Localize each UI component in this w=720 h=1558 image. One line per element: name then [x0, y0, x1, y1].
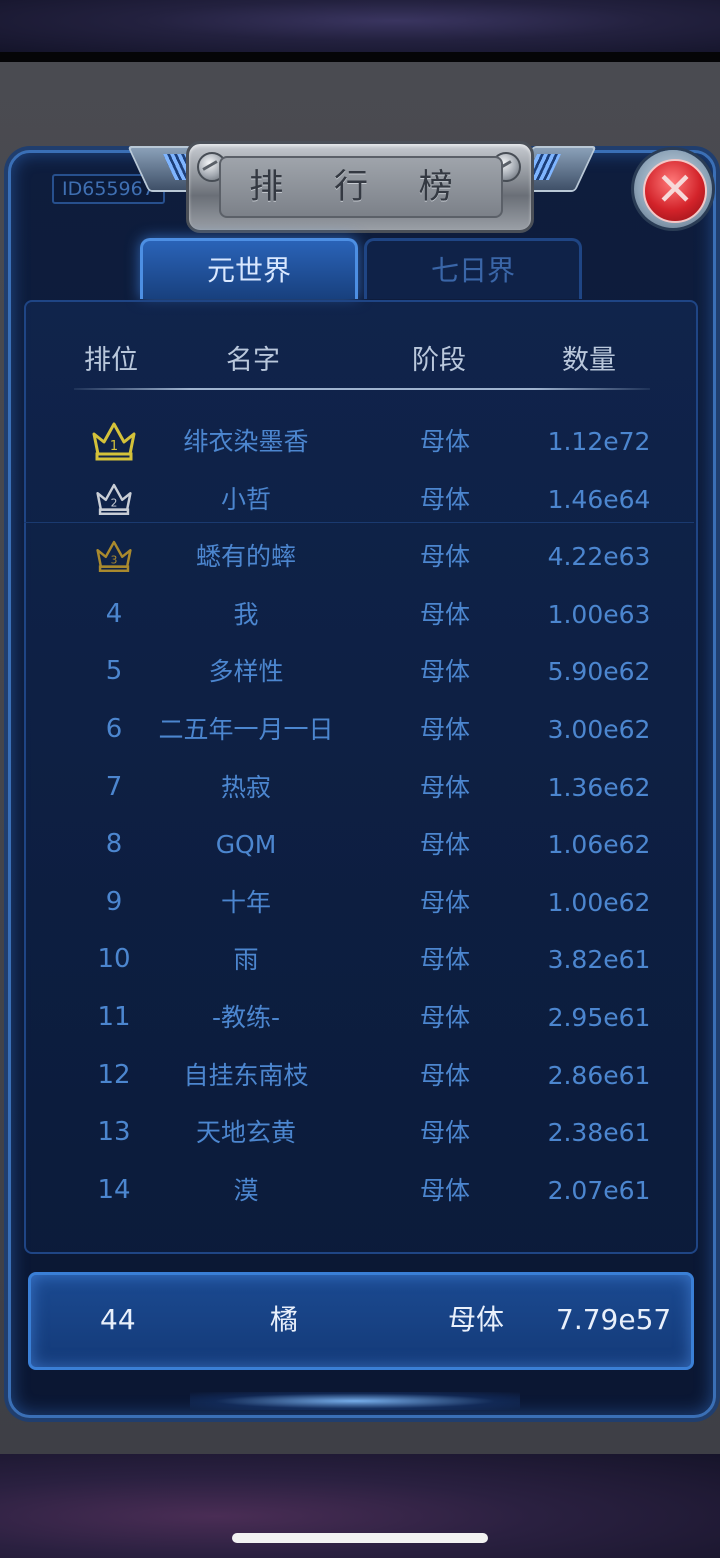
table-row[interactable]: 6 二五年一月一日 母体 3.00e62 — [0, 701, 720, 758]
table-row[interactable]: 13 天地玄黄 母体 2.38e61 — [0, 1104, 720, 1161]
count-value: 2.86e61 — [547, 1060, 651, 1090]
table-row[interactable]: 11 -教练- 母体 2.95e61 — [0, 989, 720, 1046]
stage-value: 母体 — [419, 1175, 470, 1205]
count-value: 2.38e61 — [547, 1118, 651, 1148]
count-value: 4.22e63 — [547, 542, 651, 572]
player-name: 二五年一月一日 — [158, 715, 334, 744]
page-title: 排 行 榜 — [249, 167, 473, 207]
stage-value: 母体 — [419, 1118, 470, 1148]
player-name: 我 — [233, 599, 259, 629]
player-name: 天地玄黄 — [195, 1118, 296, 1148]
my-rank: 44 — [100, 1303, 136, 1336]
crown-icon: 2 — [96, 483, 132, 515]
player-name: 绯衣染墨香 — [183, 427, 309, 456]
svg-text:2: 2 — [111, 496, 118, 509]
player-name: 十年 — [220, 887, 271, 917]
table-row[interactable]: 9 十年 母体 1.00e62 — [0, 874, 720, 931]
count-value: 3.82e61 — [547, 945, 651, 975]
plaque-face: 排 行 榜 — [219, 156, 503, 218]
background-space-top — [0, 0, 720, 52]
count-value: 2.07e61 — [547, 1175, 651, 1205]
svg-text:1: 1 — [110, 439, 118, 454]
stage-value: 母体 — [419, 772, 470, 802]
header-name: 名字 — [226, 345, 280, 376]
table-row[interactable]: 5 多样性 母体 5.90e62 — [0, 643, 720, 700]
count-value: 2.95e61 — [547, 1003, 651, 1032]
count-value: 3.00e62 — [547, 715, 651, 744]
table-row[interactable]: 14 漠母体 2.07e61 — [0, 1162, 720, 1219]
home-indicator[interactable] — [232, 1533, 488, 1543]
stage-value: 母体 — [419, 599, 470, 629]
my-name: 橘 — [270, 1303, 299, 1336]
header-count: 数量 — [562, 345, 616, 376]
table-row[interactable]: 1 绯衣染墨香 母体 1.12e72 — [0, 413, 720, 470]
stage-value: 母体 — [419, 715, 470, 744]
header-stage: 阶段 — [412, 345, 466, 376]
panel-glow — [190, 1392, 520, 1410]
table-row[interactable]: 4 我母体 1.00e63 — [0, 586, 720, 643]
player-name: -教练- — [211, 1003, 281, 1032]
my-count: 7.79e57 — [556, 1303, 672, 1336]
stage-value: 母体 — [419, 484, 470, 514]
header-divider — [74, 388, 650, 390]
player-name: GQM — [215, 830, 277, 860]
count-value: 1.36e62 — [547, 772, 651, 802]
player-name: 雨 — [233, 945, 259, 975]
player-name: 蟋有的蟀 — [195, 542, 296, 572]
close-icon: ✕ — [643, 159, 707, 223]
stage-value: 母体 — [419, 1003, 470, 1032]
stage-value: 母体 — [419, 657, 470, 687]
table-row[interactable]: 2 小哲 母体 1.46e64 — [0, 471, 720, 528]
table-row[interactable]: 7 热寂 母体 1.36e62 — [0, 759, 720, 816]
header-rank: 排位 — [84, 345, 138, 376]
stage-value: 母体 — [419, 1060, 470, 1090]
count-value: 5.90e62 — [547, 657, 651, 687]
svg-text:3: 3 — [111, 554, 118, 567]
stage-value: 母体 — [419, 830, 470, 860]
stage-value: 母体 — [419, 945, 470, 975]
table-row[interactable]: 12 自挂东南枝 母体 2.86e61 — [0, 1047, 720, 1104]
title-plaque: 排 行 榜 — [186, 141, 534, 233]
player-name: 小哲 — [220, 484, 271, 514]
divider-bar — [0, 52, 720, 62]
tab-seven-day[interactable]: 七日界 — [364, 238, 582, 299]
player-name: 漠 — [233, 1175, 259, 1205]
stage-value: 母体 — [419, 427, 470, 456]
crown-icon: 3 — [96, 541, 132, 573]
tab-yuan-world[interactable]: 元世界 — [140, 238, 358, 299]
count-value: 1.00e62 — [547, 887, 651, 917]
table-row[interactable]: 10 雨母体 3.82e61 — [0, 931, 720, 988]
player-name: 自挂东南枝 — [183, 1060, 309, 1090]
count-value: 1.12e72 — [547, 427, 651, 456]
close-button[interactable]: ✕ — [634, 150, 712, 228]
my-stage: 母体 — [448, 1303, 505, 1336]
count-value: 1.06e62 — [547, 830, 651, 860]
stage-value: 母体 — [419, 887, 470, 917]
player-name: 多样性 — [208, 657, 284, 687]
table-row[interactable]: 3 蟋有的蟀 母体 4.22e63 — [0, 528, 720, 585]
player-name: 热寂 — [220, 772, 271, 802]
table-row[interactable]: 8 GQM 母体 1.06e62 — [0, 816, 720, 873]
count-value: 1.46e64 — [547, 484, 651, 514]
count-value: 1.00e63 — [547, 599, 651, 629]
stage-value: 母体 — [419, 542, 470, 572]
